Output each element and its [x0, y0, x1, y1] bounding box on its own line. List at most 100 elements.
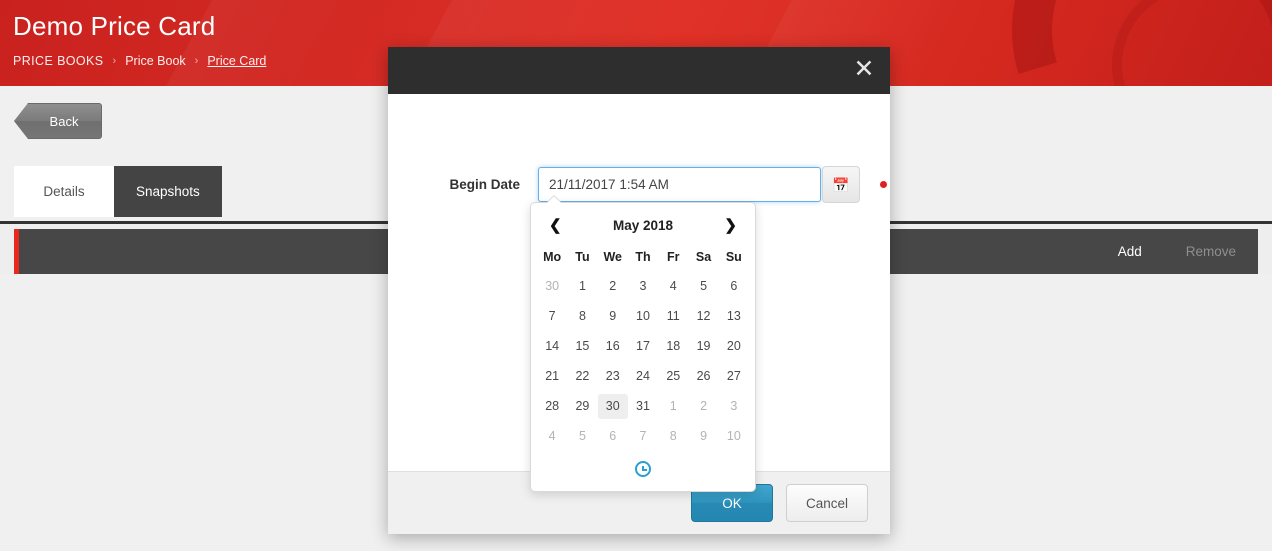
- datepicker-day-cell[interactable]: 22: [567, 361, 597, 391]
- datepicker-day-label: 8: [578, 308, 586, 323]
- datepicker-day-cell[interactable]: 29: [567, 391, 597, 421]
- datepicker-day-cell[interactable]: 3: [719, 391, 749, 421]
- begin-date-input[interactable]: [538, 167, 821, 202]
- back-button[interactable]: Back: [14, 103, 102, 139]
- datepicker-day-cell[interactable]: 18: [658, 331, 688, 361]
- datepicker-weekday-row: Mo Tu We Th Fr Sa Su: [537, 243, 749, 271]
- datepicker-week-row: 14 15 16 17 18 19 20: [537, 331, 749, 361]
- datepicker-day-cell[interactable]: 2: [688, 391, 718, 421]
- chevron-right-icon[interactable]: ❯: [724, 218, 737, 233]
- datepicker-day-cell[interactable]: 2: [598, 271, 628, 301]
- datepicker-week-row: 21 22 23 24 25 26 27: [537, 361, 749, 391]
- datepicker-day-label: 30: [545, 278, 560, 293]
- datepicker-day-label: 9: [700, 428, 708, 443]
- datepicker-day-cell[interactable]: 28: [537, 391, 567, 421]
- add-button[interactable]: Add: [1118, 244, 1142, 259]
- close-icon[interactable]: ✕: [849, 55, 879, 85]
- datepicker-day-cell[interactable]: 30: [537, 271, 567, 301]
- chevron-left-icon[interactable]: ❮: [549, 218, 562, 233]
- breadcrumb-item-price-books[interactable]: PRICE BOOKS: [13, 54, 104, 68]
- breadcrumb-item-price-book[interactable]: Price Book: [125, 54, 185, 68]
- weekday-sa: Sa: [695, 250, 712, 264]
- datepicker-header: ❮ May 2018 ❯: [537, 211, 749, 239]
- datepicker-day-cell[interactable]: 27: [719, 361, 749, 391]
- datepicker-day-label: 22: [575, 368, 590, 383]
- datepicker-day-label: 13: [726, 308, 741, 323]
- datepicker-day-label: 8: [669, 428, 677, 443]
- datepicker-grid: Mo Tu We Th Fr Sa Su 30 1 2 3 4 5 6 7 8 9 10 11 12 13…: [537, 243, 749, 451]
- datepicker-day-cell[interactable]: 9: [598, 301, 628, 331]
- datepicker-day-cell[interactable]: 19: [688, 331, 718, 361]
- datepicker-day-label: 28: [545, 398, 560, 413]
- datepicker-day-label: 2: [700, 398, 708, 413]
- page-title: Demo Price Card: [13, 11, 216, 41]
- datepicker-day-cell[interactable]: 21: [537, 361, 567, 391]
- datepicker-day-cell[interactable]: 5: [567, 421, 597, 451]
- datepicker-day-cell[interactable]: 20: [719, 331, 749, 361]
- datepicker-day-cell[interactable]: 6: [719, 271, 749, 301]
- datepicker-day-cell[interactable]: 10: [628, 301, 658, 331]
- datepicker-day-label: 12: [696, 308, 711, 323]
- datepicker-day-cell[interactable]: 11: [658, 301, 688, 331]
- cancel-button[interactable]: Cancel: [786, 484, 868, 522]
- datepicker-day-cell[interactable]: 9: [688, 421, 718, 451]
- datepicker-day-label: 24: [636, 368, 650, 383]
- breadcrumb-item-price-card[interactable]: Price Card: [207, 54, 266, 68]
- required-field-indicator: [880, 181, 887, 188]
- datepicker-day-label: 1: [578, 278, 586, 293]
- datepicker-day-label: 4: [548, 428, 556, 443]
- datepicker-day-cell[interactable]: 31: [628, 391, 658, 421]
- datepicker-day-cell[interactable]: 23: [598, 361, 628, 391]
- tab-snapshots[interactable]: Snapshots: [114, 166, 222, 217]
- datepicker-day-cell[interactable]: 12: [688, 301, 718, 331]
- begin-date-label: Begin Date: [449, 177, 520, 192]
- datepicker-day-cell[interactable]: 1: [567, 271, 597, 301]
- datepicker-day-label: 16: [605, 338, 620, 353]
- datepicker-day-cell[interactable]: 15: [567, 331, 597, 361]
- datepicker-day-label: 6: [609, 428, 617, 443]
- datepicker-day-label: 27: [726, 368, 741, 383]
- clock-icon[interactable]: [635, 461, 651, 477]
- datepicker-week-row: 7 8 9 10 11 12 13: [537, 301, 749, 331]
- datepicker-day-cell[interactable]: 14: [537, 331, 567, 361]
- datepicker-day-cell[interactable]: 4: [658, 271, 688, 301]
- weekday-mo: Mo: [543, 250, 562, 264]
- datepicker-day-cell[interactable]: 25: [658, 361, 688, 391]
- datepicker-day-label: 1: [669, 398, 677, 413]
- datepicker-day-label: 3: [639, 278, 647, 293]
- datepicker-caret: [547, 196, 561, 203]
- datepicker-day-cell[interactable]: 7: [537, 301, 567, 331]
- datepicker-day-cell[interactable]: 30: [597, 391, 628, 421]
- date-picker-modal: ✕ Begin Date 📅 ❮ May 2018 ❯ Mo: [388, 47, 890, 534]
- datepicker-day-cell[interactable]: 1: [658, 391, 688, 421]
- datepicker-day-cell[interactable]: 6: [598, 421, 628, 451]
- datepicker-day-cell[interactable]: 8: [658, 421, 688, 451]
- datepicker-day-label: 31: [636, 398, 650, 413]
- datepicker-day-cell[interactable]: 7: [628, 421, 658, 451]
- datepicker-day-cell[interactable]: 24: [628, 361, 658, 391]
- toolbar-accent-bar: [14, 229, 19, 274]
- tab-details[interactable]: Details: [14, 166, 114, 217]
- datepicker-day-cell[interactable]: 3: [628, 271, 658, 301]
- datepicker-day-label: 11: [666, 308, 680, 323]
- datepicker-day-cell[interactable]: 5: [688, 271, 718, 301]
- header-swirl-3: [1092, 0, 1272, 86]
- datepicker-day-label: 14: [545, 338, 560, 353]
- datepicker-footer: [537, 453, 749, 485]
- datepicker-day-cell[interactable]: 13: [719, 301, 749, 331]
- tab-list: Details Snapshots: [14, 166, 222, 217]
- datepicker-day-label: 7: [548, 308, 556, 323]
- datepicker-day-cell[interactable]: 16: [598, 331, 628, 361]
- begin-date-form-row: Begin Date 📅: [388, 166, 890, 203]
- datepicker-month-title[interactable]: May 2018: [613, 218, 673, 233]
- datepicker-day-label: 5: [578, 428, 586, 443]
- datepicker-day-cell[interactable]: 17: [628, 331, 658, 361]
- datepicker-day-cell[interactable]: 8: [567, 301, 597, 331]
- datepicker-day-label: 3: [730, 398, 738, 413]
- datepicker-day-cell[interactable]: 10: [719, 421, 749, 451]
- datepicker-day-cell[interactable]: 26: [688, 361, 718, 391]
- weekday-su: Su: [725, 250, 742, 264]
- datepicker-day-cell[interactable]: 4: [537, 421, 567, 451]
- datepicker-day-label: 6: [730, 278, 738, 293]
- calendar-icon-button[interactable]: 📅: [822, 166, 860, 203]
